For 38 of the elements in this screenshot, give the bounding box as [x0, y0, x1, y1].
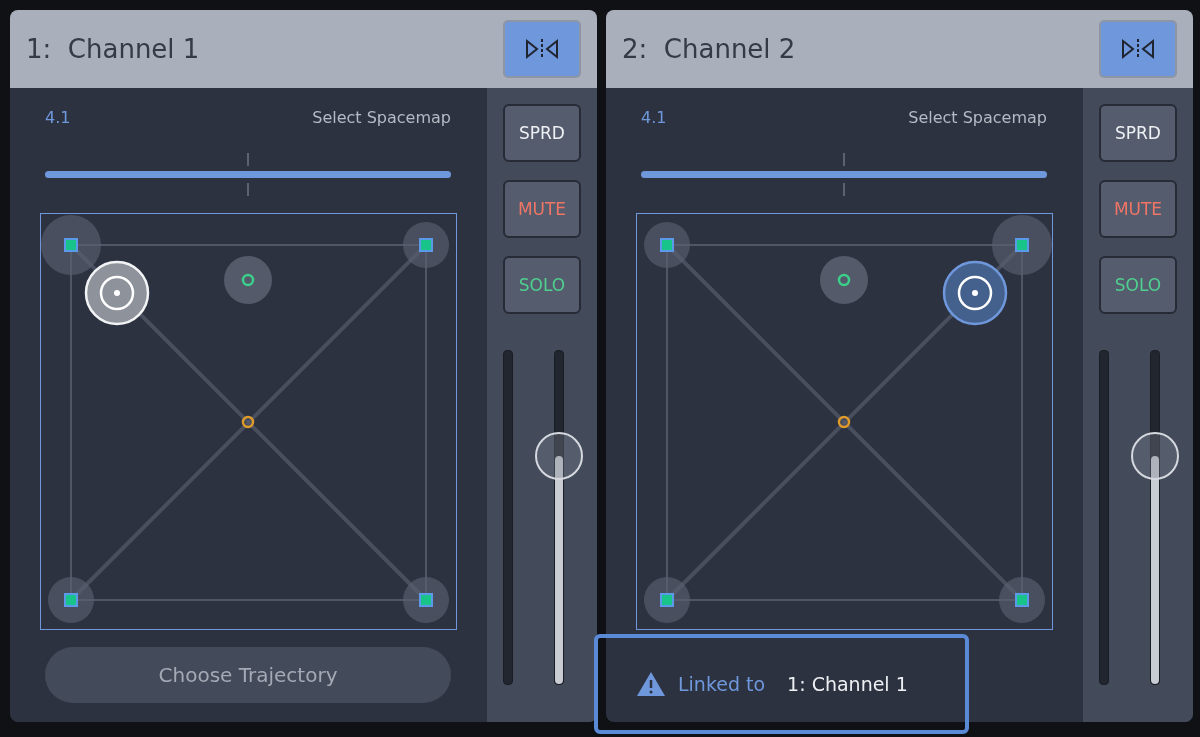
volume-fader[interactable] — [535, 350, 583, 685]
spread-button[interactable]: SPRD — [1099, 104, 1177, 162]
center-marker — [241, 415, 255, 429]
choose-trajectory-button[interactable]: Choose Trajectory — [45, 647, 451, 703]
solo-button[interactable]: SOLO — [503, 256, 581, 314]
select-spacemap-link[interactable]: Select Spacemap — [312, 108, 451, 127]
mirror-icon — [1121, 38, 1155, 60]
mirror-button[interactable] — [1099, 20, 1177, 78]
mirror-button[interactable] — [503, 20, 581, 78]
speaker-marker[interactable] — [48, 577, 94, 623]
linked-channel-name[interactable]: 1: Channel 1 — [787, 673, 908, 695]
volume-fader[interactable] — [1131, 350, 1179, 685]
linked-label: Linked to — [678, 673, 766, 695]
spacemap-value: 4.1 — [45, 108, 71, 127]
spread-button[interactable]: SPRD — [503, 104, 581, 162]
width-slider-fill[interactable] — [641, 171, 1047, 178]
target-marker[interactable] — [224, 256, 272, 304]
channel-title: 1: Channel 1 — [26, 34, 200, 64]
fader-thumb[interactable] — [1131, 432, 1179, 481]
target-marker[interactable] — [820, 256, 868, 304]
mirror-icon — [525, 38, 559, 60]
select-spacemap-link[interactable]: Select Spacemap — [908, 108, 1047, 127]
spacemap-value: 4.1 — [641, 108, 667, 127]
speaker-marker[interactable] — [999, 577, 1045, 623]
center-marker — [837, 415, 851, 429]
panner-area[interactable] — [40, 213, 457, 630]
speaker-marker[interactable] — [403, 577, 449, 623]
speaker-marker[interactable] — [992, 215, 1052, 275]
speaker-marker[interactable] — [644, 577, 690, 623]
fader-thumb[interactable] — [535, 432, 583, 481]
source-handle[interactable] — [942, 260, 1008, 326]
width-slider-fill[interactable] — [45, 171, 451, 178]
solo-button[interactable]: SOLO — [1099, 256, 1177, 314]
channel-title: 2: Channel 2 — [622, 34, 796, 64]
speaker-marker[interactable] — [403, 222, 449, 268]
speaker-marker[interactable] — [644, 222, 690, 268]
warning-icon — [636, 671, 666, 697]
speaker-marker[interactable] — [41, 215, 101, 275]
